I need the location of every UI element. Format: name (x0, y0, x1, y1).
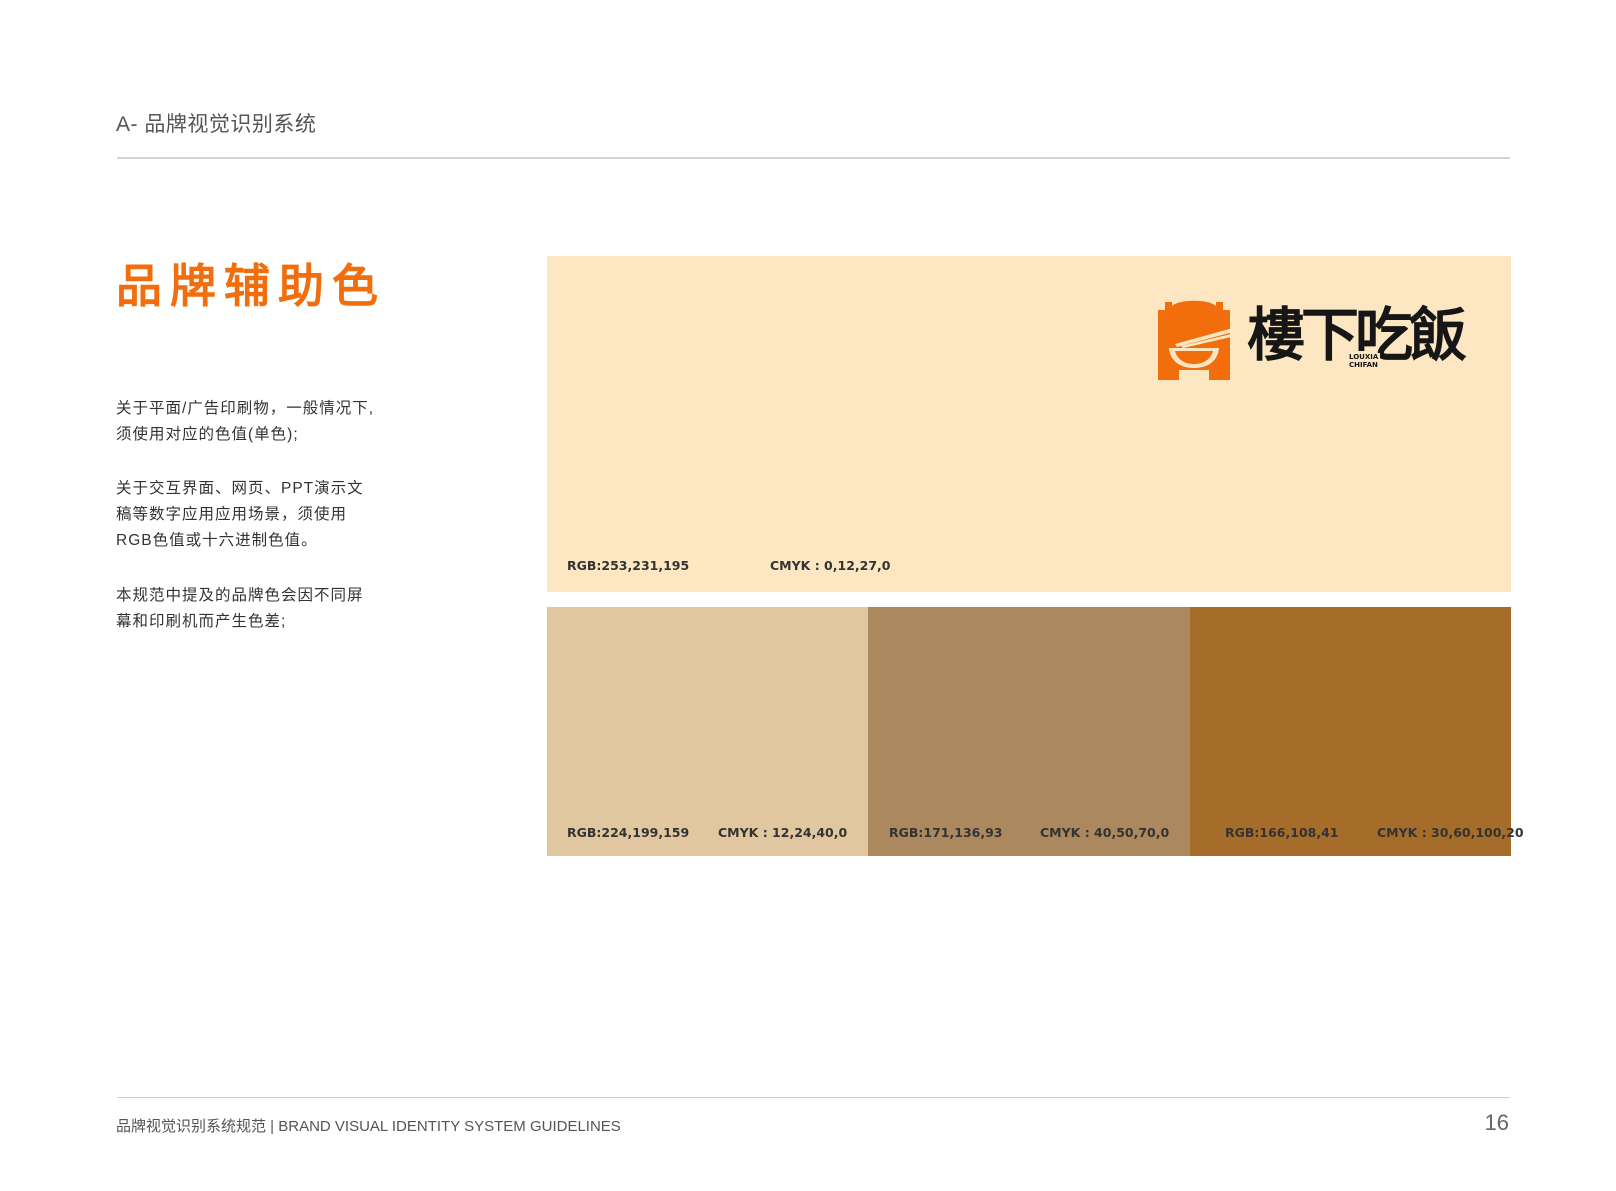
swatch-medium-brown: RGB:171,136,93 CMYK : 40,50,70,0 (868, 607, 1190, 856)
paragraph-line: 须使用对应的色值(单色); (116, 426, 299, 443)
paragraph-digital-usage: 关于交互界面、网页、PPT演示文 稿等数字应用应用场景，须使用 RGB色值或十六… (116, 476, 376, 554)
footer-divider (117, 1097, 1510, 1098)
logo-subtitle-line: CHIFAN (1349, 361, 1378, 369)
logo-subtitle-line: LOUXIA (1349, 353, 1379, 361)
brand-logo: 樓下吃飯 LOUXIA CHIFAN (1155, 298, 1485, 380)
paragraph-line: 幕和印刷机而产生色差; (116, 613, 287, 630)
rgb-value: RGB:166,108,41 (1225, 825, 1339, 840)
cmyk-value: CMYK : 12,24,40,0 (718, 825, 848, 840)
paragraph-line: 本规范中提及的品牌色会因不同屏 (116, 587, 364, 604)
header-divider (117, 157, 1510, 159)
swatch-row: RGB:224,199,159 CMYK : 12,24,40,0 RGB:17… (547, 607, 1524, 856)
paragraph-line: 关于平面/广告印刷物，一般情况下, (116, 400, 375, 417)
paragraph-line: RGB色值或十六进制色值。 (116, 532, 318, 549)
cmyk-value: CMYK : 40,50,70,0 (1040, 825, 1170, 840)
bowl-chopsticks-arch-icon (1158, 300, 1233, 380)
rgb-value: RGB:224,199,159 (567, 825, 690, 840)
paragraph-color-variance: 本规范中提及的品牌色会因不同屏 幕和印刷机而产生色差; (116, 583, 376, 635)
paragraph-line: 稿等数字应用应用场景，须使用 (116, 506, 348, 523)
footer-text: 品牌视觉识别系统规范 | BRAND VISUAL IDENTITY SYSTE… (116, 1118, 621, 1135)
paragraph-print-usage: 关于平面/广告印刷物，一般情况下, 须使用对应的色值(单色); (116, 396, 376, 448)
swatch-light-tan: RGB:224,199,159 CMYK : 12,24,40,0 (547, 607, 868, 856)
page-number: 16 (1484, 1110, 1509, 1135)
rgb-value: RGB:171,136,93 (889, 825, 1003, 840)
rgb-value: RGB:253,231,195 (567, 558, 690, 573)
logo-subtitle: LOUXIA CHIFAN (1347, 353, 1381, 369)
section-title: A- 品牌视觉识别系统 (116, 113, 317, 136)
page-heading: 品牌辅助色 (116, 259, 386, 313)
swatch-main: 樓下吃飯 LOUXIA CHIFAN RGB:253,231,195 CMYK … (547, 256, 1511, 592)
cmyk-value: CMYK : 0,12,27,0 (770, 558, 891, 573)
paragraph-line: 关于交互界面、网页、PPT演示文 (116, 480, 364, 497)
cmyk-value: CMYK : 30,60,100,20 (1377, 825, 1524, 840)
swatch-dark-brown: RGB:166,108,41 CMYK : 30,60,100,20 (1190, 607, 1524, 856)
